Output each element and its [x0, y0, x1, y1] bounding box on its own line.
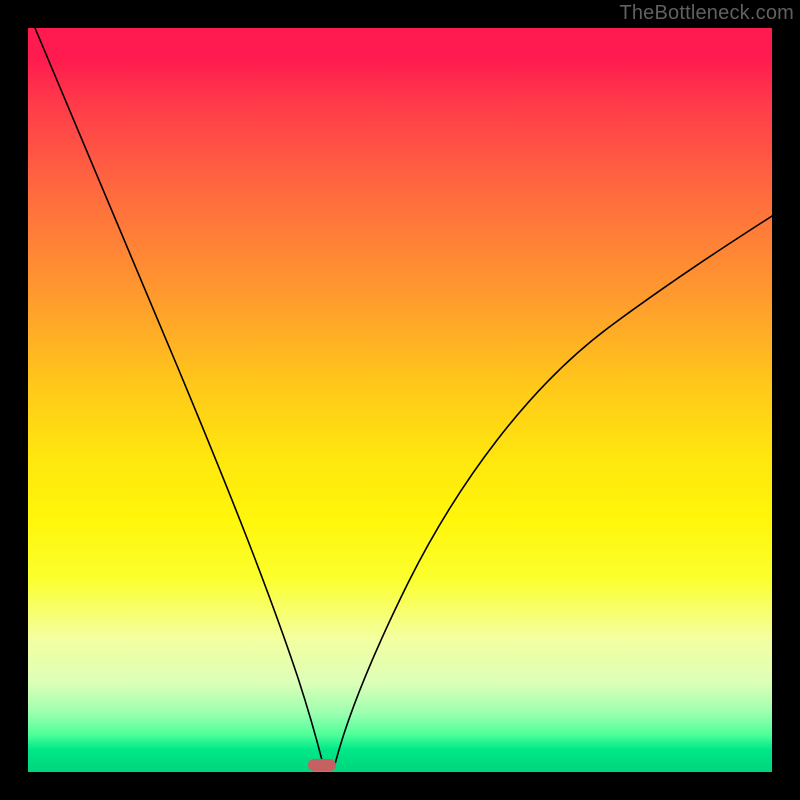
bottleneck-curve — [28, 28, 772, 772]
curve-left-branch — [35, 28, 324, 768]
chart-frame: TheBottleneck.com — [0, 0, 800, 800]
bottleneck-marker — [308, 759, 336, 771]
curve-right-branch — [334, 216, 772, 768]
plot-area — [28, 28, 772, 772]
watermark-text: TheBottleneck.com — [619, 2, 794, 25]
